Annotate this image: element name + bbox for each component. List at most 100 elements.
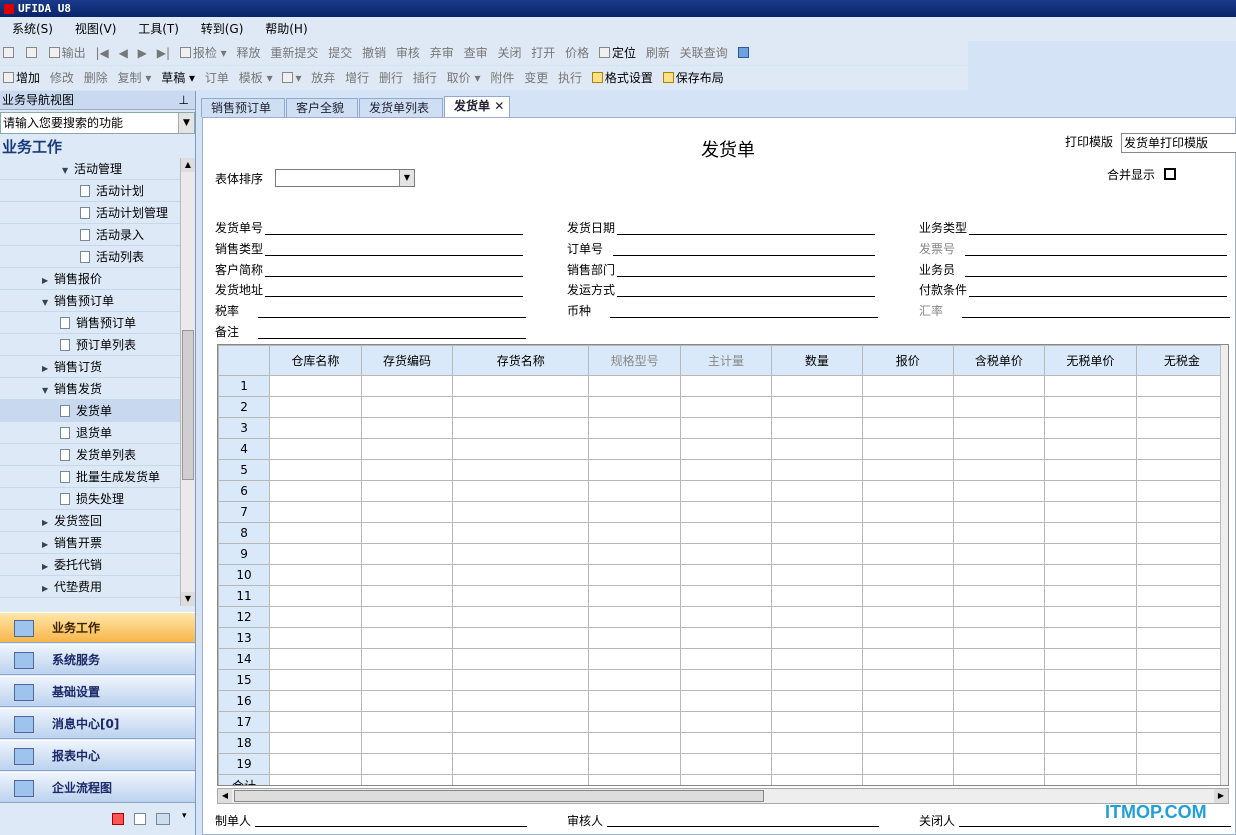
table-cell[interactable] xyxy=(771,396,863,418)
table-cell[interactable] xyxy=(588,459,681,481)
scroll-thumb[interactable] xyxy=(234,790,764,802)
table-row[interactable]: 5 xyxy=(218,459,1228,481)
table-cell[interactable] xyxy=(679,753,773,775)
table-cell[interactable] xyxy=(1044,585,1137,607)
table-cell[interactable] xyxy=(452,522,590,544)
table-cell[interactable] xyxy=(269,774,362,785)
table-cell[interactable] xyxy=(952,732,1046,754)
table-cell[interactable] xyxy=(1044,501,1137,523)
check-audit-button[interactable]: 查审 xyxy=(461,41,491,65)
table-cell[interactable] xyxy=(771,711,863,733)
table-cell[interactable] xyxy=(1135,627,1228,649)
table-cell[interactable] xyxy=(588,711,681,733)
table-cell[interactable] xyxy=(679,438,773,460)
table-cell[interactable] xyxy=(771,585,863,607)
table-cell[interactable] xyxy=(861,690,954,712)
table-cell[interactable] xyxy=(588,543,681,565)
table-cell[interactable] xyxy=(679,459,773,481)
table-cell[interactable] xyxy=(1044,396,1137,418)
table-cell[interactable] xyxy=(360,396,454,418)
add-row-button[interactable]: 增行 xyxy=(342,66,372,90)
table-cell[interactable] xyxy=(679,648,773,670)
nav-report-center[interactable]: 报表中心 xyxy=(0,740,195,771)
table-cell[interactable] xyxy=(452,564,590,586)
tree-item-sales-delivery[interactable]: ▼ 销售发货 xyxy=(0,378,180,400)
tree-item-preorder-doc[interactable]: 销售预订单 xyxy=(0,312,180,334)
next-button[interactable]: ▶ xyxy=(135,41,150,65)
table-cell[interactable] xyxy=(588,585,681,607)
table-cell[interactable] xyxy=(952,543,1046,565)
table-cell[interactable] xyxy=(269,711,362,733)
table-cell[interactable] xyxy=(1044,543,1137,565)
tab-customer-overview[interactable]: 客户全貌 xyxy=(286,98,358,117)
table-row[interactable]: 2 xyxy=(218,396,1228,418)
table-row[interactable]: 15 xyxy=(218,669,1228,691)
table-cell[interactable] xyxy=(588,480,681,502)
table-cell[interactable] xyxy=(1135,375,1228,397)
save-button[interactable]: ▾ xyxy=(279,66,304,90)
table-row[interactable]: 3 xyxy=(218,417,1228,439)
table-cell[interactable] xyxy=(1044,480,1137,502)
table-cell[interactable] xyxy=(452,753,590,775)
table-cell[interactable] xyxy=(771,459,863,481)
change-button[interactable]: 变更 xyxy=(521,66,551,90)
table-cell[interactable] xyxy=(679,585,773,607)
tab-delivery-list[interactable]: 发货单列表 xyxy=(359,98,443,117)
nav-message-center[interactable]: 消息中心[0] xyxy=(0,708,195,739)
table-cell[interactable] xyxy=(861,753,954,775)
table-cell[interactable] xyxy=(452,417,590,439)
table-cell[interactable] xyxy=(452,648,590,670)
locate-button[interactable]: 定位 xyxy=(596,41,639,65)
table-cell[interactable] xyxy=(588,501,681,523)
table-cell[interactable] xyxy=(588,375,681,397)
price-button[interactable]: 价格 xyxy=(562,41,592,65)
nav-scrollbar[interactable]: ▲ ▼ xyxy=(180,158,195,606)
menu-goto[interactable]: 转到(G) xyxy=(201,22,244,36)
table-cell[interactable] xyxy=(952,753,1046,775)
execute-button[interactable]: 执行 xyxy=(555,66,585,90)
menu-tools[interactable]: 工具(T) xyxy=(138,22,179,36)
column-header[interactable]: 数量 xyxy=(771,345,863,376)
table-cell[interactable] xyxy=(360,522,454,544)
table-row[interactable]: 7 xyxy=(218,501,1228,523)
dropdown-arrow-icon[interactable]: ▼ xyxy=(399,170,414,186)
table-cell[interactable] xyxy=(679,417,773,439)
field-input[interactable] xyxy=(258,338,526,339)
table-cell[interactable] xyxy=(952,669,1046,691)
table-cell[interactable] xyxy=(861,417,954,439)
table-cell[interactable] xyxy=(861,375,954,397)
field-input[interactable] xyxy=(265,276,523,277)
tree-item-preorder-list[interactable]: 预订单列表 xyxy=(0,334,180,356)
table-cell[interactable] xyxy=(679,606,773,628)
template-button[interactable]: 模板 ▾ xyxy=(236,66,276,90)
table-cell[interactable] xyxy=(771,375,863,397)
help-button[interactable] xyxy=(735,41,754,65)
table-cell[interactable] xyxy=(360,375,454,397)
tree-item-sales-invoice[interactable]: ▶ 销售开票 xyxy=(0,532,180,554)
table-cell[interactable] xyxy=(952,690,1046,712)
table-cell[interactable] xyxy=(952,396,1046,418)
tree-item-delivery-list[interactable]: 发货单列表 xyxy=(0,444,180,466)
table-cell[interactable] xyxy=(679,543,773,565)
export-button[interactable]: 输出 xyxy=(46,41,89,65)
table-cell[interactable] xyxy=(771,627,863,649)
field-input[interactable] xyxy=(965,276,1227,277)
table-cell[interactable] xyxy=(452,480,590,502)
format-settings-button[interactable]: 格式设置 xyxy=(589,66,656,90)
table-cell[interactable] xyxy=(771,438,863,460)
delete-button[interactable]: 删除 xyxy=(81,66,111,90)
table-cell[interactable] xyxy=(952,522,1046,544)
tree-item-activity-mgmt[interactable]: ▼ 活动管理 xyxy=(0,158,180,180)
table-cell[interactable] xyxy=(679,480,773,502)
first-button[interactable]: |◀ xyxy=(93,41,112,65)
table-row[interactable]: 13 xyxy=(218,627,1228,649)
related-query-button[interactable]: 关联查询 xyxy=(677,41,731,65)
tree-item-loss-handling[interactable]: 损失处理 xyxy=(0,488,180,510)
table-cell[interactable] xyxy=(360,774,454,785)
table-cell[interactable] xyxy=(1135,585,1228,607)
field-input[interactable] xyxy=(969,296,1227,297)
scroll-up-icon[interactable]: ▲ xyxy=(181,158,195,172)
table-cell[interactable] xyxy=(269,438,362,460)
nav-business-work[interactable]: 业务工作 xyxy=(0,612,195,643)
get-price-button[interactable]: 取价 ▾ xyxy=(444,66,484,90)
